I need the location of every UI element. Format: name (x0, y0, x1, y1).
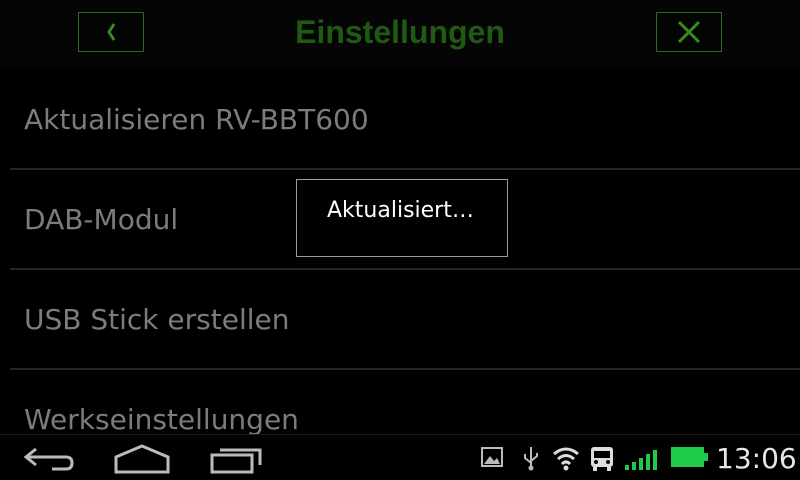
close-icon (677, 20, 701, 44)
settings-item-label: Werkseinstellungen (24, 402, 299, 436)
settings-item-update[interactable]: Aktualisieren RV-BBT600 (0, 70, 800, 168)
page-title: Einstellungen (295, 14, 505, 50)
status-clock: 13:06 (716, 442, 797, 475)
back-button[interactable] (78, 12, 144, 52)
home-icon[interactable] (112, 443, 172, 475)
wifi-icon (553, 447, 579, 471)
bus-icon (591, 447, 613, 471)
settings-item-label: Aktualisieren RV-BBT600 (24, 102, 369, 136)
battery-icon (671, 447, 708, 467)
recent-apps-icon[interactable] (208, 443, 266, 475)
navigation-bar: 13:06 (0, 434, 800, 480)
settings-item-label: USB Stick erstellen (24, 302, 290, 336)
image-notification-icon (481, 447, 503, 467)
back-icon[interactable] (22, 443, 76, 473)
progress-popup: Aktualisiert… (296, 179, 508, 257)
usb-icon (524, 447, 538, 471)
settings-item-label: DAB-Modul (24, 202, 179, 236)
settings-item-usb-stick[interactable]: USB Stick erstellen (0, 270, 800, 368)
header: Einstellungen (0, 0, 800, 68)
signal-icon (625, 450, 657, 470)
settings-list: Aktualisieren RV-BBT600 DAB-Modul USB St… (0, 70, 800, 468)
popup-message: Aktualisiert… (327, 198, 474, 223)
back-chevron-icon (107, 23, 116, 41)
close-button[interactable] (656, 12, 722, 52)
